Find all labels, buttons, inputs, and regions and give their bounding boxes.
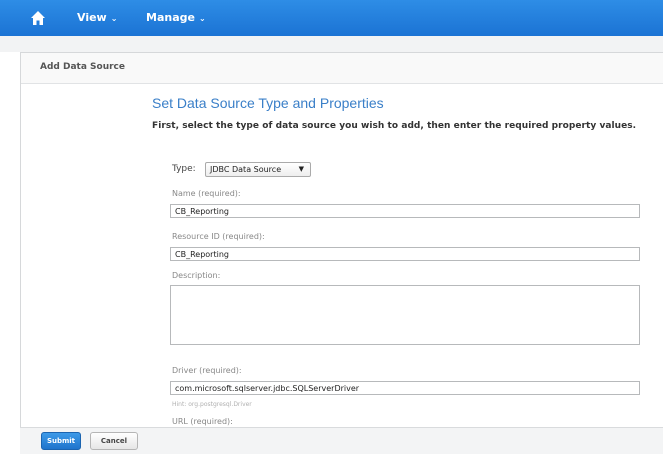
driver-hint: Hint: org.postgresql.Driver (172, 401, 252, 408)
description-label: Description: (172, 271, 221, 280)
resource-id-field[interactable]: CB_Reporting (170, 247, 640, 261)
top-nav-bar: View ⌄ Manage ⌄ (0, 0, 663, 36)
form-instructions: First, select the type of data source yo… (152, 121, 637, 131)
nav-view-menu[interactable]: View ⌄ (77, 11, 117, 24)
resource-id-label: Resource ID (required): (172, 232, 265, 241)
panel-header: Add Data Source (21, 53, 663, 84)
dropdown-arrow-icon: ▼ (298, 165, 304, 173)
name-label: Name (required): (172, 189, 241, 198)
type-selected-value: JDBC Data Source (210, 165, 282, 174)
chevron-down-icon: ⌄ (198, 14, 206, 23)
name-field[interactable]: CB_Reporting (170, 204, 640, 218)
cancel-button[interactable]: Cancel (90, 432, 138, 450)
type-select[interactable]: JDBC Data Source ▼ (205, 162, 311, 177)
form-footer: Submit Cancel (20, 427, 663, 454)
nav-view-label: View (77, 11, 107, 24)
chevron-down-icon: ⌄ (110, 14, 118, 23)
url-label: URL (required): (172, 417, 233, 426)
type-label: Type: (172, 164, 196, 174)
home-icon[interactable] (30, 10, 46, 26)
driver-label: Driver (required): (172, 366, 242, 375)
nav-manage-label: Manage (146, 11, 195, 24)
description-field[interactable] (170, 285, 640, 345)
top-band (0, 36, 663, 52)
page-heading: Set Data Source Type and Properties (152, 95, 384, 111)
nav-manage-menu[interactable]: Manage ⌄ (146, 11, 206, 24)
driver-field[interactable]: com.microsoft.sqlserver.jdbc.SQLServerDr… (170, 381, 640, 395)
submit-button[interactable]: Submit (41, 432, 81, 450)
panel-title: Add Data Source (40, 62, 125, 72)
